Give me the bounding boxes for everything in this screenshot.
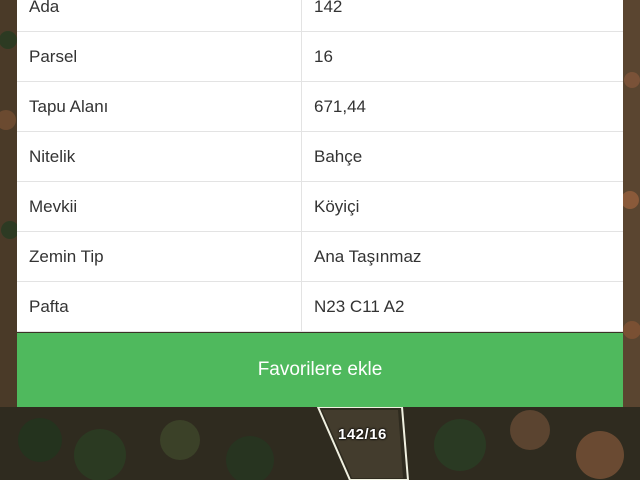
row-value: Ana Taşınmaz [314,246,422,266]
info-row-pafta: Pafta N23 C11 A2 [17,282,623,332]
row-label: Tapu Alanı [17,82,302,131]
add-to-favorites-button[interactable]: Favorilere ekle [17,333,623,407]
info-row-tapu-alani: Tapu Alanı 671,44 [17,82,623,132]
row-label: Zemin Tip [17,232,302,281]
row-value: Köyiçi [314,196,360,216]
row-label: Ada [17,0,302,31]
info-row-mevkii: Mevkii Köyiçi [17,182,623,232]
row-label: Nitelik [17,132,302,181]
info-row-nitelik: Nitelik Bahçe [17,132,623,182]
row-label: Parsel [17,32,302,81]
row-label: Mevkii [17,182,302,231]
info-row-ada: Ada 142 [17,0,623,32]
info-row-parsel: Parsel 16 [17,32,623,82]
row-value: 671,44 [314,96,366,116]
parcel-map-label: 142/16 [338,426,387,443]
row-label: Pafta [17,282,302,331]
info-row-zemin-tip: Zemin Tip Ana Taşınmaz [17,232,623,282]
row-value: 142 [314,0,343,16]
row-value: 16 [314,46,333,66]
row-value: Bahçe [314,146,363,166]
row-value: N23 C11 A2 [314,296,405,316]
parcel-info-card: Ada 142 Parsel 16 Tapu Alanı 671,44 Nite… [17,0,623,332]
